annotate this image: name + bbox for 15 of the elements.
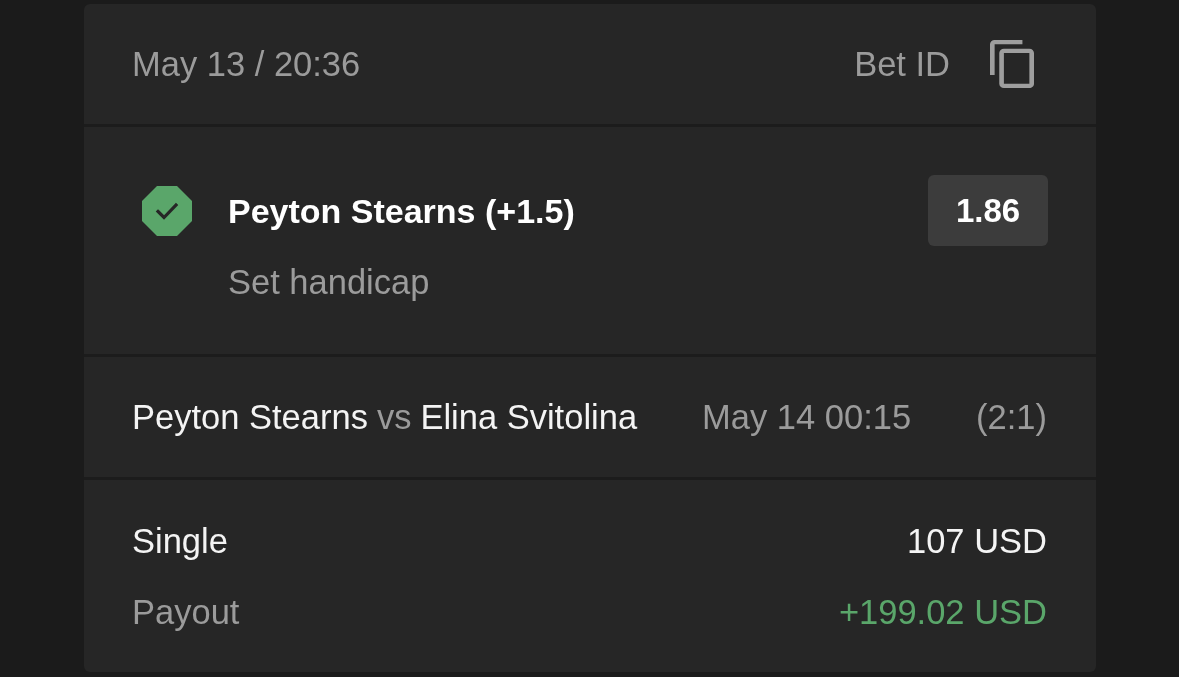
- bet-datetime: May 13 / 20:36: [132, 44, 361, 84]
- market-label: Set handicap: [228, 262, 430, 302]
- versus-label: vs: [376, 397, 412, 437]
- bet-id-label: Bet ID: [854, 44, 950, 84]
- stake-amount: 107 USD: [907, 521, 1047, 561]
- away-player: Elina Svitolina: [420, 397, 638, 437]
- odds-badge: 1.86: [928, 175, 1048, 246]
- selection-name: Peyton Stearns (+1.5): [228, 190, 575, 231]
- event-start-time: May 14 00:15: [702, 397, 912, 437]
- summary-label: Single: [132, 521, 228, 561]
- payout-amount: +199.02 USD: [838, 592, 1047, 632]
- event-score: (2:1): [976, 397, 1047, 437]
- summary-label: Payout: [132, 592, 240, 632]
- copy-icon[interactable]: [990, 40, 1034, 88]
- home-player: Peyton Stearns: [132, 397, 368, 437]
